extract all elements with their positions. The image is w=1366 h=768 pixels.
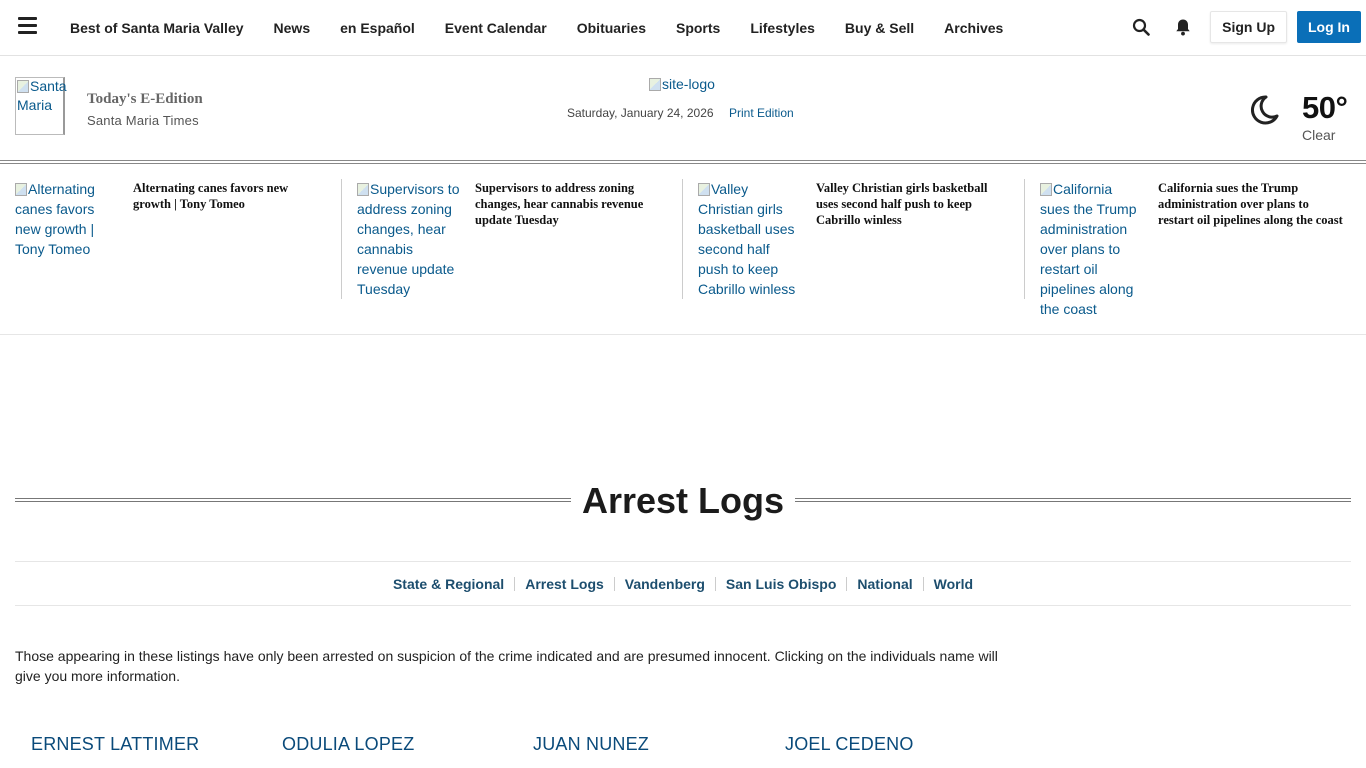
top-nav: Best of Santa Maria Valley News en Españ…: [0, 0, 1366, 56]
headline-card[interactable]: Alternating canes favors new growth | To…: [15, 179, 335, 299]
headline-divider: [341, 179, 342, 299]
headline-image[interactable]: Valley Christian girls basketball uses s…: [698, 179, 802, 299]
headline-image[interactable]: California sues the Trump administration…: [1040, 179, 1144, 319]
nav-link-en-espanol[interactable]: en Español: [340, 20, 415, 36]
section-rule-right: [795, 498, 1351, 502]
arrest-name-link[interactable]: ODULIA LOPEZ: [282, 734, 414, 755]
bell-icon[interactable]: [1168, 12, 1198, 42]
site-logo-alt: site-logo: [662, 76, 715, 92]
headline-card[interactable]: Supervisors to address zoning changes, h…: [357, 179, 677, 299]
nav-link-event-calendar[interactable]: Event Calendar: [445, 20, 547, 36]
headline-strip: Alternating canes favors new growth | To…: [0, 164, 1366, 335]
arrest-name-link[interactable]: ERNEST LATTIMER: [31, 734, 199, 755]
headline-title[interactable]: Valley Christian girls basketball uses s…: [816, 180, 1004, 228]
nav-link-obituaries[interactable]: Obituaries: [577, 20, 646, 36]
subnav-state-regional[interactable]: State & Regional: [383, 576, 516, 591]
subnav-arrest-logs[interactable]: Arrest Logs: [515, 576, 615, 591]
arrest-name-link[interactable]: JOEL CEDENO: [785, 734, 914, 755]
weather-condition: Clear: [1302, 127, 1336, 143]
current-date: Saturday, January 24, 2026: [567, 106, 714, 120]
nav-link-archives[interactable]: Archives: [944, 20, 1003, 36]
subnav-vandenberg[interactable]: Vandenberg: [615, 576, 716, 591]
menu-icon[interactable]: [18, 17, 37, 35]
sign-up-button[interactable]: Sign Up: [1210, 11, 1287, 43]
nav-actions: Sign Up Log In: [1126, 11, 1361, 43]
e-edition-thumbnail[interactable]: Santa Maria: [15, 77, 71, 139]
search-icon[interactable]: [1126, 12, 1156, 42]
arrest-disclaimer: Those appearing in these listings have o…: [15, 648, 998, 684]
headline-image[interactable]: Supervisors to address zoning changes, h…: [357, 179, 461, 299]
site-logo[interactable]: site-logo: [649, 76, 715, 92]
headline-title[interactable]: Supervisors to address zoning changes, h…: [475, 180, 663, 228]
arrest-name-list: ERNEST LATTIMER ODULIA LOPEZ JUAN NUNEZ …: [31, 734, 1031, 764]
nav-links: Best of Santa Maria Valley News en Españ…: [70, 0, 1033, 56]
masthead: Santa Maria Today's E-Edition Santa Mari…: [0, 57, 1366, 161]
subnav-national[interactable]: National: [847, 576, 924, 591]
subnav-world[interactable]: World: [924, 577, 983, 591]
headline-divider: [682, 179, 683, 299]
nav-link-buy-sell[interactable]: Buy & Sell: [845, 20, 914, 36]
e-edition-subtitle: Santa Maria Times: [87, 113, 199, 128]
subnav-san-luis-obispo[interactable]: San Luis Obispo: [716, 576, 848, 591]
headline-divider: [1024, 179, 1025, 299]
headline-title[interactable]: Alternating canes favors new growth | To…: [133, 180, 321, 212]
headline-image[interactable]: Alternating canes favors new growth | To…: [15, 179, 119, 259]
e-edition-title[interactable]: Today's E-Edition: [87, 91, 203, 108]
nav-link-sports[interactable]: Sports: [676, 20, 720, 36]
headline-card[interactable]: Valley Christian girls basketball uses s…: [698, 179, 1018, 299]
headline-title[interactable]: California sues the Trump administration…: [1158, 180, 1346, 228]
weather-temperature[interactable]: 50°: [1302, 90, 1348, 126]
moon-icon[interactable]: [1247, 93, 1281, 127]
section-header: Arrest Logs: [15, 474, 1351, 528]
headline-card[interactable]: California sues the Trump administration…: [1040, 179, 1360, 317]
nav-link-news[interactable]: News: [274, 20, 311, 36]
arrest-name-link[interactable]: JUAN NUNEZ: [533, 734, 649, 755]
log-in-button[interactable]: Log In: [1297, 11, 1361, 43]
section-subnav: State & Regional Arrest Logs Vandenberg …: [15, 561, 1351, 606]
page-title: Arrest Logs: [581, 480, 785, 521]
nav-link-best-of[interactable]: Best of Santa Maria Valley: [70, 20, 244, 36]
section-rule-left: [15, 498, 571, 502]
nav-link-lifestyles[interactable]: Lifestyles: [750, 20, 815, 36]
print-edition-link[interactable]: Print Edition: [729, 106, 794, 120]
